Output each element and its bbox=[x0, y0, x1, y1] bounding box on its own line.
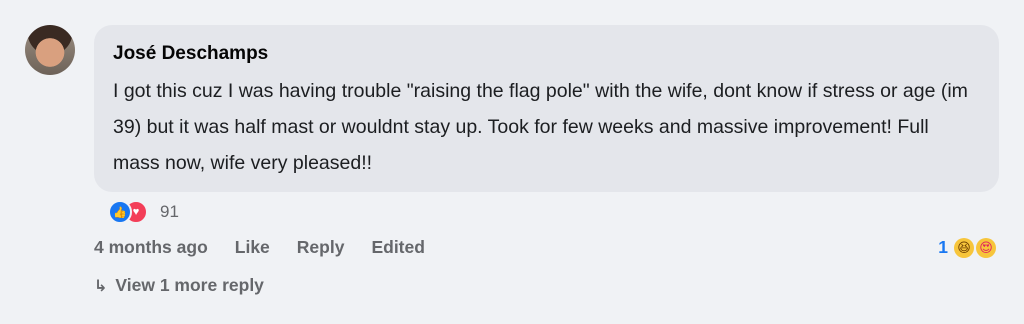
comment-author[interactable]: José Deschamps bbox=[113, 41, 977, 67]
reaction-count: 91 bbox=[160, 202, 179, 221]
comment-actions: 4 months ago Like Reply Edited bbox=[94, 237, 425, 258]
like-button[interactable]: Like bbox=[235, 237, 270, 258]
edited-label[interactable]: Edited bbox=[371, 237, 424, 258]
haha-icon: 😆 bbox=[954, 237, 974, 258]
comment-bubble: José Deschamps I got this cuz I was havi… bbox=[94, 25, 999, 192]
reply-reaction-count: 1 bbox=[938, 237, 948, 257]
timestamp-link[interactable]: 4 months ago bbox=[94, 237, 208, 258]
reply-button[interactable]: Reply bbox=[297, 237, 345, 258]
view-more-replies[interactable]: ↳ View 1 more reply bbox=[94, 275, 264, 296]
comment-text: I got this cuz I was having trouble "rai… bbox=[113, 80, 968, 174]
heart-eyes-icon: 😍 bbox=[976, 237, 996, 258]
like-icon: 👍 bbox=[108, 200, 132, 224]
avatar[interactable] bbox=[25, 25, 75, 75]
view-more-label: View 1 more reply bbox=[115, 275, 264, 295]
reaction-summary[interactable]: 👍 ♥ 91 bbox=[108, 200, 179, 224]
comment: José Deschamps I got this cuz I was havi… bbox=[0, 0, 1024, 324]
reply-arrow-icon: ↳ bbox=[94, 277, 108, 295]
reply-reaction-summary[interactable]: 1 😆 😍 bbox=[938, 237, 996, 258]
